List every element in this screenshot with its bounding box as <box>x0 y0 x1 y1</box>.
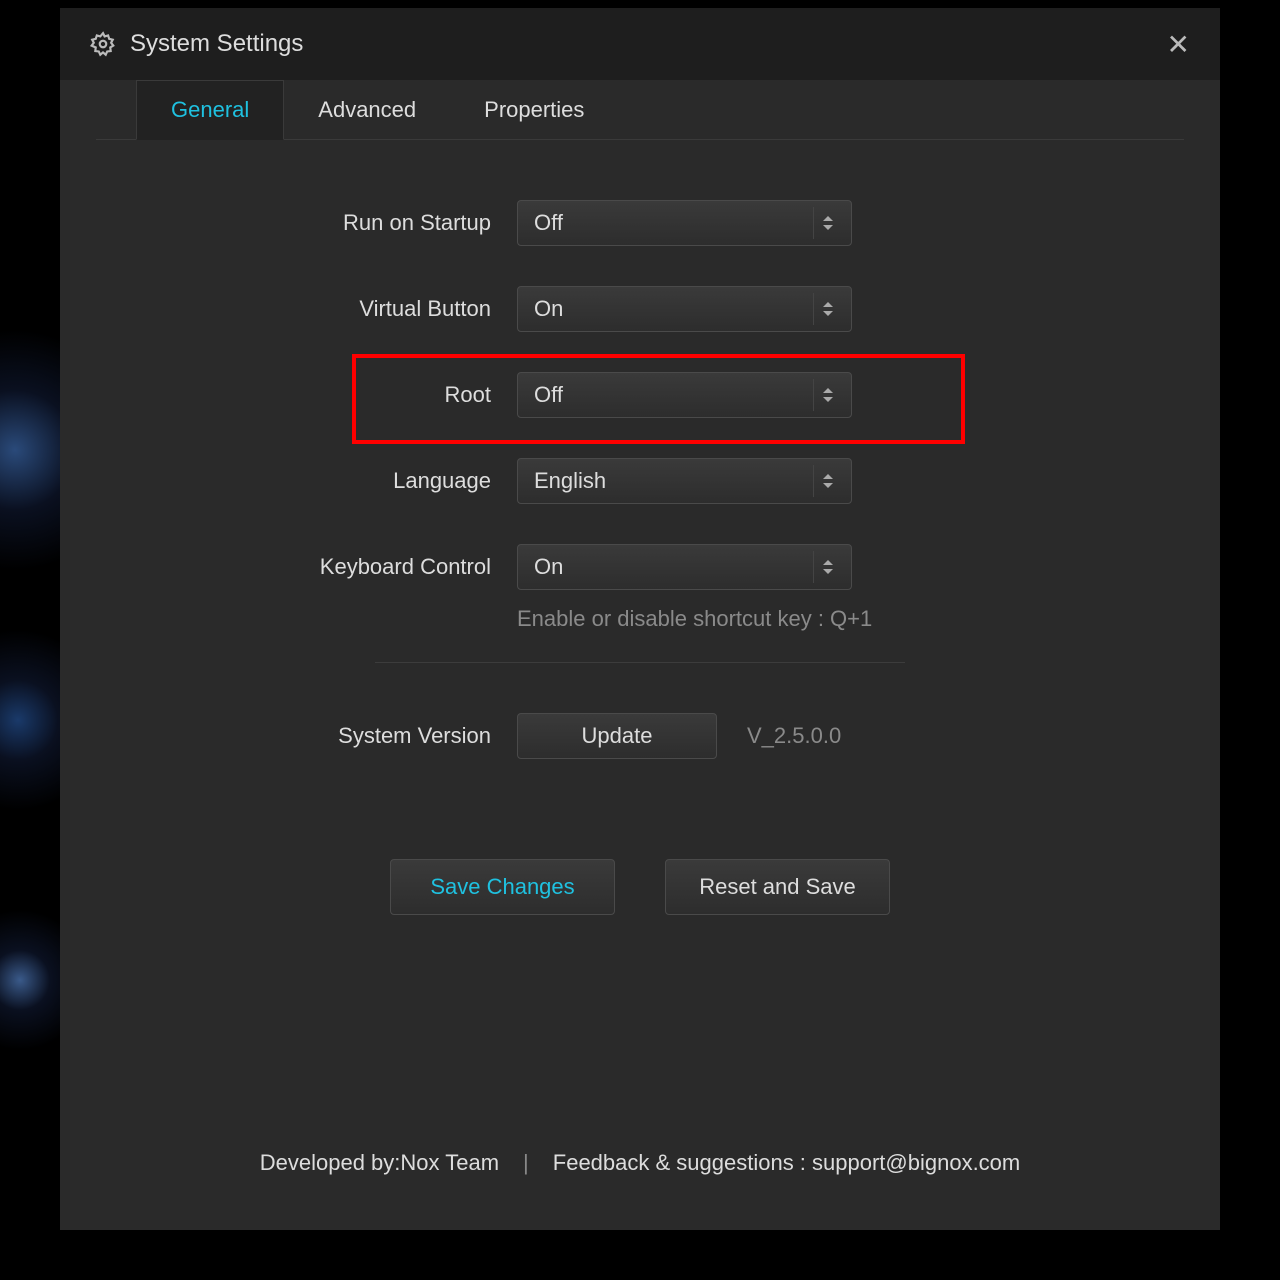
spinner-icon <box>813 551 841 583</box>
select-virtual-button[interactable]: On <box>517 286 852 332</box>
gear-icon <box>90 31 116 57</box>
footer-dev: Developed by:Nox Team <box>260 1150 499 1176</box>
action-row: Save Changes Reset and Save <box>60 859 1220 915</box>
tab-bar: General Advanced Properties <box>96 80 1184 140</box>
select-startup[interactable]: Off <box>517 200 852 246</box>
select-language-value: English <box>534 468 606 494</box>
settings-window: System Settings ✕ General Advanced Prope… <box>60 8 1220 1230</box>
label-virtual-button: Virtual Button <box>60 296 517 322</box>
footer: Developed by:Nox Team | Feedback & sugge… <box>120 1150 1160 1176</box>
select-startup-value: Off <box>534 210 563 236</box>
save-changes-button[interactable]: Save Changes <box>390 859 615 915</box>
select-root[interactable]: Off <box>517 372 852 418</box>
spinner-icon <box>813 207 841 239</box>
label-startup: Run on Startup <box>60 210 517 236</box>
select-keyboard-value: On <box>534 554 563 580</box>
spinner-icon <box>813 379 841 411</box>
row-root: Root Off <box>60 372 1220 418</box>
close-icon[interactable]: ✕ <box>1157 22 1200 67</box>
titlebar: System Settings ✕ <box>60 8 1220 80</box>
window-title: System Settings <box>130 30 303 58</box>
tab-properties[interactable]: Properties <box>450 81 618 139</box>
select-language[interactable]: English <box>517 458 852 504</box>
label-system-version: System Version <box>60 723 517 749</box>
reset-and-save-button[interactable]: Reset and Save <box>665 859 890 915</box>
divider <box>375 662 905 663</box>
version-text: V_2.5.0.0 <box>747 723 841 749</box>
keyboard-hint: Enable or disable shortcut key : Q+1 <box>517 606 1220 632</box>
row-language: Language English <box>60 458 1220 504</box>
select-root-value: Off <box>534 382 563 408</box>
label-root: Root <box>60 382 517 408</box>
row-keyboard: Keyboard Control On <box>60 544 1220 590</box>
settings-content: Run on Startup Off Virtual Button On Roo… <box>60 140 1220 1230</box>
select-keyboard[interactable]: On <box>517 544 852 590</box>
tab-general[interactable]: General <box>136 80 284 140</box>
row-startup: Run on Startup Off <box>60 200 1220 246</box>
spinner-icon <box>813 293 841 325</box>
label-keyboard: Keyboard Control <box>60 554 517 580</box>
spinner-icon <box>813 465 841 497</box>
label-language: Language <box>60 468 517 494</box>
select-virtual-button-value: On <box>534 296 563 322</box>
row-virtual-button: Virtual Button On <box>60 286 1220 332</box>
row-system-version: System Version Update V_2.5.0.0 <box>60 713 1220 759</box>
footer-separator: | <box>523 1150 529 1176</box>
footer-feedback: Feedback & suggestions : support@bignox.… <box>553 1150 1020 1176</box>
update-button[interactable]: Update <box>517 713 717 759</box>
tab-advanced[interactable]: Advanced <box>284 81 450 139</box>
